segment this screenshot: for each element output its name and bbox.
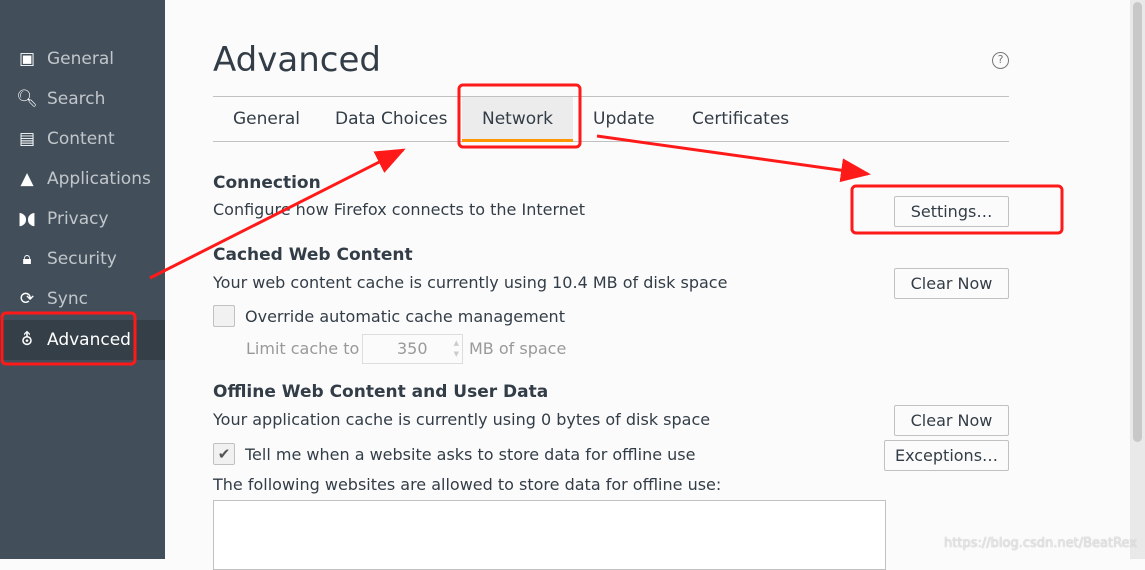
sidebar-item-advanced[interactable]: ⛢ Advanced bbox=[0, 320, 165, 360]
tab-certificates[interactable]: Certificates bbox=[672, 97, 809, 142]
tab-data-choices[interactable]: Data Choices bbox=[315, 97, 467, 142]
sidebar-item-sync[interactable]: ⟳ Sync bbox=[0, 279, 165, 319]
offline-sites-list[interactable] bbox=[213, 500, 886, 570]
sidebar-item-privacy[interactable]: ◗◖ Privacy bbox=[0, 199, 165, 239]
sidebar-item-security[interactable]: 🔒︎ Security bbox=[0, 239, 165, 279]
cache-heading: Cached Web Content bbox=[213, 245, 413, 265]
cache-size-stepper[interactable]: 350 ▲ ▼ bbox=[362, 334, 463, 364]
lock-icon: 🔒︎ bbox=[22, 249, 32, 269]
clear-offline-button[interactable]: Clear Now bbox=[894, 405, 1009, 436]
tab-network[interactable]: Network bbox=[462, 97, 573, 142]
sidebar-item-label: Sync bbox=[47, 289, 88, 309]
checkmark-icon: ✔ bbox=[217, 445, 231, 463]
connection-description: Configure how Firefox connects to the In… bbox=[213, 200, 585, 219]
sidebar-item-search[interactable]: 🔍︎ Search bbox=[0, 79, 165, 119]
cache-size-value: 350 bbox=[397, 339, 428, 358]
tab-bar: General Data Choices Network Update Cert… bbox=[213, 96, 1009, 142]
sync-icon: ⟳ bbox=[19, 289, 35, 309]
sidebar-item-label: Security bbox=[47, 249, 117, 269]
privacy-mask-icon: ◗◖ bbox=[18, 209, 36, 229]
general-icon: ▣ bbox=[18, 49, 36, 69]
sidebar-item-general[interactable]: ▣ General bbox=[0, 39, 165, 79]
tell-offline-checkbox[interactable]: ✔ bbox=[213, 443, 235, 465]
override-cache-checkbox[interactable] bbox=[213, 305, 235, 327]
offline-allowed-label: The following websites are allowed to st… bbox=[213, 475, 722, 494]
override-cache-label: Override automatic cache management bbox=[245, 307, 565, 326]
scrollbar-thumb[interactable] bbox=[1133, 2, 1142, 442]
watermark: https://blog.csdn.net/BeatRex bbox=[944, 536, 1137, 551]
clear-cache-button[interactable]: Clear Now bbox=[894, 268, 1009, 299]
wizard-hat-icon: ⛢ bbox=[20, 330, 34, 350]
connection-settings-button[interactable]: Settings… bbox=[894, 196, 1009, 227]
offline-description: Your application cache is currently usin… bbox=[213, 410, 711, 429]
main-content: Advanced ? General Data Choices Network … bbox=[165, 0, 1130, 570]
limit-cache-unit: MB of space bbox=[469, 339, 567, 358]
exceptions-button[interactable]: Exceptions… bbox=[884, 440, 1009, 471]
tell-offline-label: Tell me when a website asks to store dat… bbox=[245, 445, 696, 464]
sidebar-item-label: Search bbox=[47, 89, 106, 109]
limit-cache-label: Limit cache to bbox=[246, 339, 360, 358]
cache-description: Your web content cache is currently usin… bbox=[213, 273, 728, 292]
tab-update[interactable]: Update bbox=[573, 97, 675, 142]
stepper-arrows-icon[interactable]: ▲ ▼ bbox=[454, 338, 459, 360]
sidebar-item-label: General bbox=[47, 49, 114, 69]
sidebar: ▣ General 🔍︎ Search ▤ Content ▲ Applications… bbox=[0, 0, 165, 559]
sidebar-item-label: Content bbox=[47, 129, 115, 149]
connection-heading: Connection bbox=[213, 173, 321, 193]
sidebar-item-label: Privacy bbox=[47, 209, 109, 229]
help-icon[interactable]: ? bbox=[992, 52, 1009, 69]
applications-icon: ▲ bbox=[20, 169, 34, 189]
offline-heading: Offline Web Content and User Data bbox=[213, 382, 549, 402]
search-icon: 🔍︎ bbox=[16, 89, 38, 109]
tab-general[interactable]: General bbox=[213, 97, 320, 142]
page-title: Advanced bbox=[213, 40, 381, 80]
content-icon: ▤ bbox=[18, 129, 36, 149]
sidebar-item-label: Applications bbox=[47, 169, 151, 189]
sidebar-item-content[interactable]: ▤ Content bbox=[0, 119, 165, 159]
sidebar-item-applications[interactable]: ▲ Applications bbox=[0, 159, 165, 199]
sidebar-item-label: Advanced bbox=[47, 330, 131, 350]
